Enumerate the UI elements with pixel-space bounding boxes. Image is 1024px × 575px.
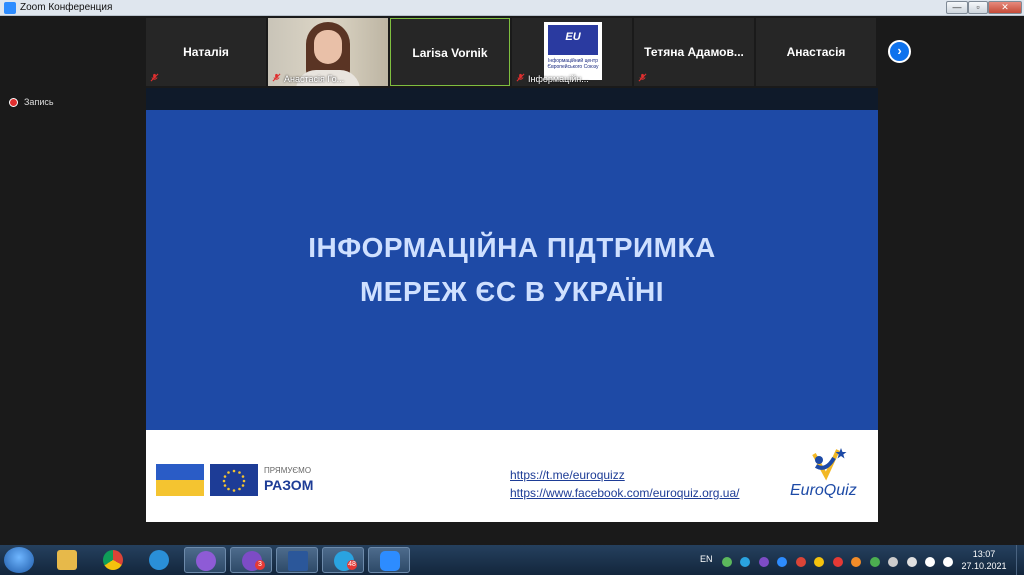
windows-taskbar: 3 48 EN 13:07 27.10.2021 (0, 545, 1024, 575)
recording-label: Запись (24, 97, 54, 107)
participant-face (314, 30, 342, 64)
participant-tile[interactable]: Наталія (146, 18, 266, 86)
taskbar-explorer[interactable] (46, 547, 88, 573)
mic-muted-icon (516, 73, 525, 82)
participant-name: Larisa Vornik (412, 46, 488, 60)
participant-name: Інформаційн... (528, 74, 589, 84)
clock-time: 13:07 (972, 549, 996, 559)
mic-muted-icon (150, 73, 159, 82)
mic-muted-icon (638, 73, 647, 82)
participant-tile-active[interactable]: Larisa Vornik (390, 18, 510, 86)
folder-icon (57, 550, 77, 570)
together-caption: ПРЯМУЄМО (264, 466, 312, 475)
ukraine-flag-icon (156, 464, 204, 496)
taskbar-telegram[interactable]: 48 (322, 547, 364, 573)
tray-chrome-icon[interactable] (795, 556, 806, 567)
logo-mark: EU (565, 31, 581, 43)
internet-explorer-icon (149, 550, 169, 570)
zoom-icon (380, 551, 400, 571)
mic-muted-icon (272, 73, 281, 82)
browser-icon (196, 551, 216, 571)
slide-title-line-2: МЕРЕЖ ЄС В УКРАЇНІ (359, 276, 665, 307)
record-icon (9, 98, 18, 107)
participant-logo-tile[interactable]: EU Інформаційний центр Європейського Сою… (512, 18, 632, 86)
tray-telegram-icon[interactable] (740, 556, 751, 567)
logo-text: Інформаційний центр Європейського Союзу (547, 58, 599, 70)
taskbar-internet-explorer[interactable] (138, 547, 180, 573)
window-title: Zoom Конференция (20, 2, 113, 13)
zoom-app-icon (4, 2, 16, 14)
tray-opera-icon[interactable] (832, 556, 843, 567)
together-title: РАЗОМ (264, 477, 314, 493)
taskbar-clock[interactable]: 13:07 27.10.2021 (958, 548, 1010, 572)
shared-slide: ІНФОРМАЦІЙНА ПІДТРИМКА МЕРЕЖ ЄС В УКРАЇН… (146, 110, 878, 522)
tray-app-icon[interactable] (851, 556, 862, 567)
euroquiz-logo: EuroQuiz (786, 446, 866, 502)
volume-icon[interactable] (943, 556, 954, 567)
clock-date: 27.10.2021 (961, 561, 1007, 571)
euroquiz-wordmark: EuroQuiz (790, 482, 857, 499)
participant-video-tile[interactable]: Анастасія Го... (268, 18, 388, 86)
system-tray (722, 553, 957, 567)
participant-tile[interactable]: Тетяна Адамов... (634, 18, 754, 86)
tray-app-icon[interactable] (722, 556, 732, 567)
participant-name: Наталія (183, 45, 229, 59)
tray-viber-icon[interactable] (758, 556, 769, 567)
taskbar-chrome[interactable] (92, 547, 134, 573)
participant-name: Анастасія Го... (284, 74, 345, 84)
eu-info-centre-logo: EU Інформаційний центр Європейського Сою… (544, 22, 602, 80)
tray-zoom-icon[interactable] (777, 556, 788, 567)
taskbar-zoom[interactable] (368, 547, 410, 573)
participant-tile[interactable]: Анастасія (756, 18, 876, 86)
facebook-link[interactable]: https://www.facebook.com/euroquiz.org.ua… (510, 486, 739, 500)
maximize-button[interactable]: ▫ (968, 1, 988, 14)
slide-title-line-1: ІНФОРМАЦІЙНА ПІДТРИМКА (308, 232, 716, 263)
usb-icon[interactable] (906, 556, 917, 567)
chrome-icon (103, 550, 123, 570)
shared-screen-bar (146, 88, 878, 110)
taskbar-word[interactable] (276, 547, 318, 573)
slide-title-area (146, 110, 878, 430)
title-bar: Zoom Конференция — ▫ ✕ (0, 0, 1024, 16)
participant-strip: Наталія Анастасія Го... Larisa Vornik EU… (146, 18, 878, 86)
viber-badge: 3 (255, 560, 265, 570)
participant-name: Анастасія (786, 45, 846, 59)
euroquiz-mark-icon (812, 448, 847, 481)
telegram-badge: 48 (347, 560, 357, 570)
close-button[interactable]: ✕ (988, 1, 1022, 14)
word-icon (288, 551, 308, 571)
signal-icon[interactable] (888, 556, 899, 567)
telegram-link[interactable]: https://t.me/euroquizz (510, 468, 625, 482)
taskbar-viber[interactable]: 3 (230, 547, 272, 573)
participant-name: Тетяна Адамов... (644, 45, 744, 59)
show-desktop-button[interactable] (1016, 545, 1024, 575)
flag-icon[interactable] (924, 556, 935, 567)
eu-flag-icon (210, 464, 258, 496)
language-indicator[interactable]: EN (700, 554, 713, 564)
next-page-button[interactable]: › (888, 40, 911, 63)
start-button[interactable] (4, 547, 34, 573)
tray-app-icon[interactable] (869, 556, 880, 567)
minimize-button[interactable]: — (946, 1, 968, 14)
taskbar-browser[interactable] (184, 547, 226, 573)
zoom-window: Zoom Конференция — ▫ ✕ Запись Наталія Ан… (0, 0, 1024, 545)
tray-app-icon[interactable] (814, 556, 825, 567)
